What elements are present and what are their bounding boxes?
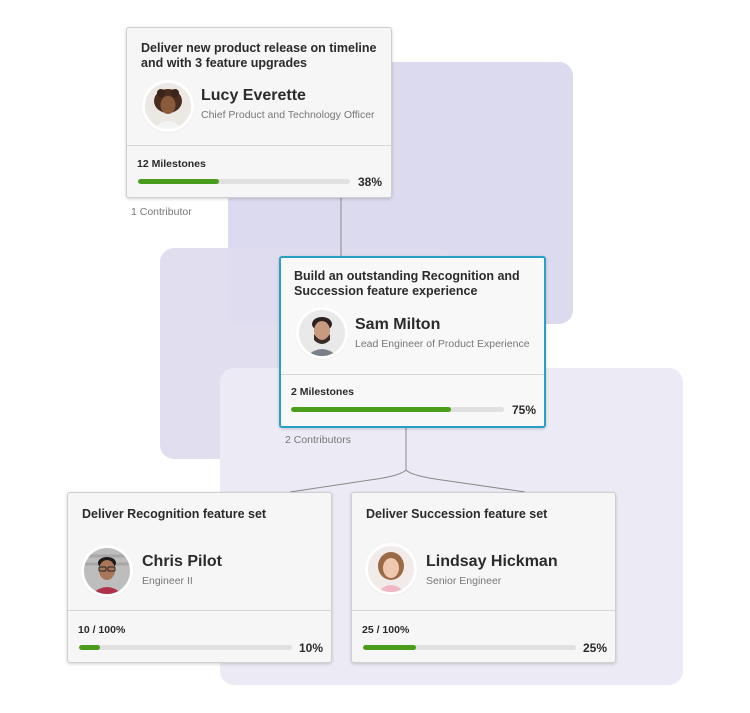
owner-name: Lucy Everette bbox=[201, 87, 306, 104]
milestones-label: 12 Milestones bbox=[137, 158, 206, 170]
card-divider bbox=[68, 610, 331, 611]
goal-title: Build an outstanding Recognition and Suc… bbox=[294, 269, 520, 298]
progress-bar bbox=[363, 645, 576, 650]
connector-branch-left bbox=[289, 469, 407, 493]
progress-bar bbox=[79, 645, 292, 650]
avatar-sam-icon bbox=[299, 310, 345, 356]
connector-branch-right bbox=[405, 469, 526, 493]
progress-fill bbox=[363, 645, 417, 650]
progress-fill bbox=[138, 179, 219, 184]
card-divider bbox=[352, 610, 615, 611]
avatar-lindsay-icon bbox=[368, 546, 414, 592]
card-divider bbox=[127, 145, 391, 146]
owner-role: Chief Product and Technology Officer bbox=[201, 109, 375, 121]
progress-fill bbox=[291, 407, 451, 412]
progress-bar bbox=[138, 179, 350, 184]
goal-card-chris[interactable]: Deliver Recognition feature set Chris Pi… bbox=[67, 492, 332, 663]
progress-percent: 38% bbox=[357, 175, 382, 189]
owner-name: Lindsay Hickman bbox=[426, 553, 558, 570]
owner-role: Senior Engineer bbox=[426, 575, 502, 587]
card-divider bbox=[281, 374, 544, 375]
progress-bar bbox=[291, 407, 504, 412]
goal-title: Deliver Succession feature set bbox=[366, 507, 548, 521]
contributors-count[interactable]: 1 Contributor bbox=[131, 206, 192, 218]
progress-percent: 10% bbox=[298, 641, 323, 655]
progress-percent: 75% bbox=[511, 403, 536, 417]
contributors-count[interactable]: 2 Contributors bbox=[285, 434, 351, 446]
goal-tree-canvas: Deliver new product release on timeline … bbox=[0, 0, 750, 713]
goal-card-lindsay[interactable]: Deliver Succession feature set Lindsay H… bbox=[351, 492, 616, 663]
milestones-label: 25 / 100% bbox=[362, 624, 410, 636]
milestones-label: 2 Milestones bbox=[291, 386, 355, 398]
owner-name: Sam Milton bbox=[355, 316, 441, 333]
goal-card-sam[interactable]: Build an outstanding Recognition and Suc… bbox=[279, 256, 546, 428]
goal-title: Deliver new product release on timeline … bbox=[141, 41, 377, 70]
avatar-lucy-icon bbox=[145, 83, 191, 129]
milestones-label: 10 / 100% bbox=[78, 624, 126, 636]
owner-role: Engineer II bbox=[142, 575, 193, 587]
goal-title: Deliver Recognition feature set bbox=[82, 507, 267, 521]
owner-name: Chris Pilot bbox=[142, 553, 223, 570]
progress-percent: 25% bbox=[582, 641, 607, 655]
owner-role: Lead Engineer of Product Experience bbox=[355, 338, 530, 350]
goal-card-lucy[interactable]: Deliver new product release on timeline … bbox=[126, 27, 392, 198]
avatar-chris-icon bbox=[84, 548, 130, 594]
progress-fill bbox=[79, 645, 101, 650]
